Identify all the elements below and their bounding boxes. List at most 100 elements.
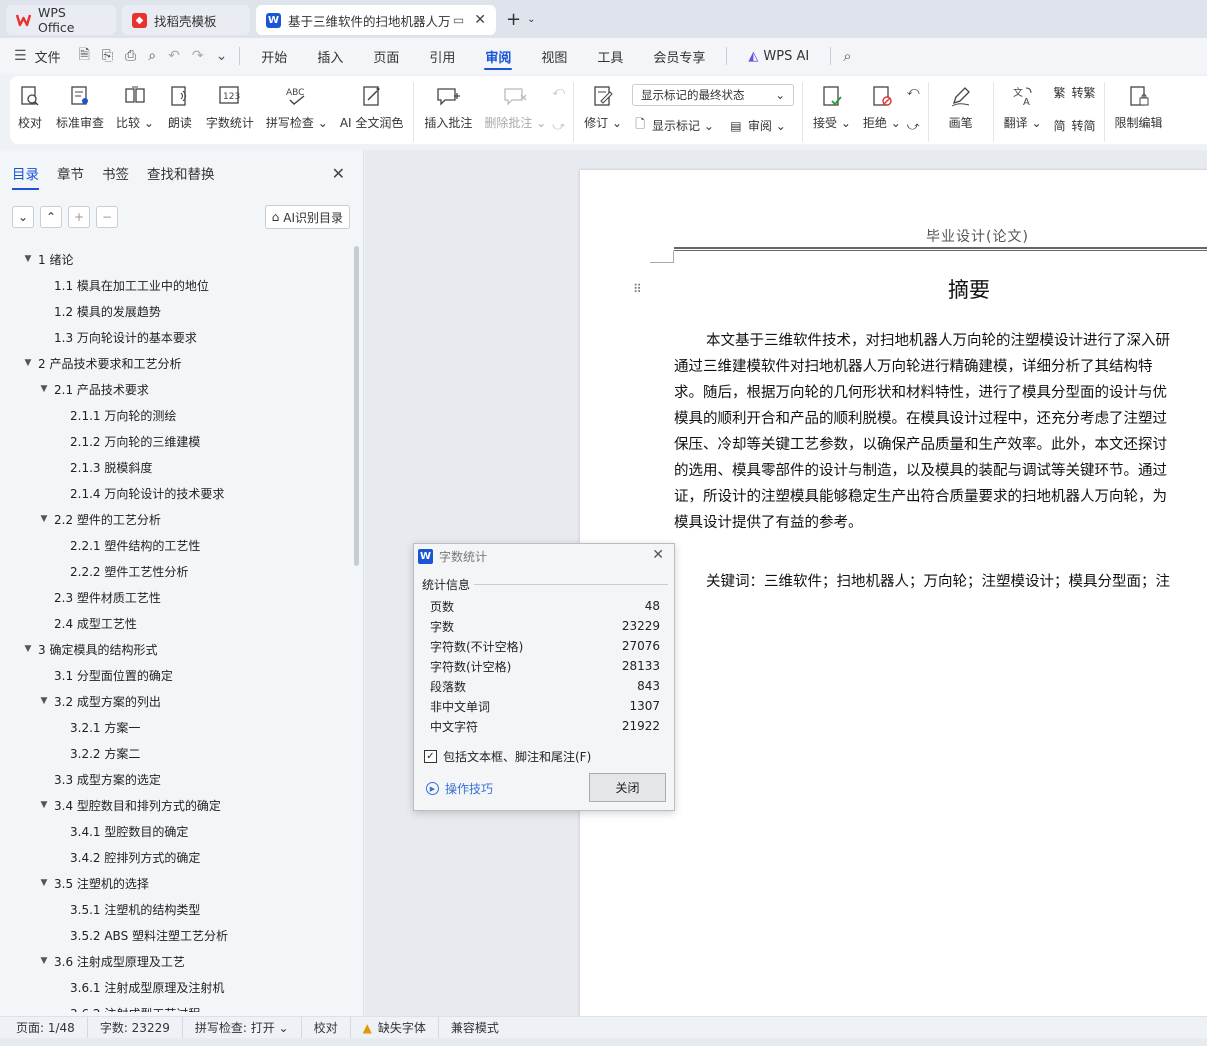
- status-word-count[interactable]: 字数: 23229: [88, 1016, 183, 1039]
- nav-tab-toc[interactable]: 目录: [12, 163, 39, 190]
- document-title[interactable]: 摘要: [948, 274, 990, 304]
- print-preview-icon[interactable]: ⌕: [142, 48, 162, 64]
- spell-check-button[interactable]: ABC 拼写检查 ⌄: [260, 82, 334, 131]
- to-simplified-button[interactable]: 简 转简: [1052, 117, 1096, 134]
- previous-change-icon[interactable]: ⤺: [907, 84, 920, 99]
- previous-comment-icon[interactable]: ⤺: [552, 84, 565, 99]
- menu-references[interactable]: 引用: [414, 38, 470, 74]
- status-page[interactable]: 页面: 1/48: [0, 1016, 88, 1039]
- abstract-paragraph[interactable]: 本文基于三维软件技术，对扫地机器人万向轮的注塑模设计进行了深入研 通过三维建模软件…: [674, 328, 1207, 536]
- toc-item[interactable]: 3.4.1 型腔数目的确定: [0, 818, 352, 844]
- status-spell-check[interactable]: 拼写检查: 打开 ⌄: [183, 1016, 302, 1039]
- toc-item[interactable]: 2.1.4 万向轮设计的技术要求: [0, 480, 352, 506]
- toc-item[interactable]: ▼ 2 产品技术要求和工艺分析: [0, 350, 352, 376]
- word-count-button[interactable]: 123 字数统计: [200, 82, 260, 131]
- print-icon[interactable]: ⎙: [119, 48, 142, 64]
- toc-item[interactable]: ▼ 2.1 产品技术要求: [0, 376, 352, 402]
- menu-file[interactable]: 文件: [33, 38, 73, 74]
- ai-polish-button[interactable]: AI 全文润色: [334, 82, 410, 131]
- toc-item[interactable]: 3.5.1 注塑机的结构类型: [0, 896, 352, 922]
- insert-comment-button[interactable]: 插入批注: [418, 82, 478, 131]
- toc-item[interactable]: 2.1.3 脱模斜度: [0, 454, 352, 480]
- caret-down-icon[interactable]: ▼: [38, 696, 50, 706]
- compare-button[interactable]: 比较 ⌄: [110, 82, 160, 131]
- toc-item[interactable]: 2.2.1 塑件结构的工艺性: [0, 532, 352, 558]
- caret-down-icon[interactable]: ▼: [38, 878, 50, 888]
- toc-item[interactable]: 3.3 成型方案的选定: [0, 766, 352, 792]
- toc-item[interactable]: 3.6.1 注射成型原理及注射机: [0, 974, 352, 1000]
- toc-item[interactable]: 3.4.2 腔排列方式的确定: [0, 844, 352, 870]
- toc-item[interactable]: ▼ 3.2 成型方案的列出: [0, 688, 352, 714]
- nav-tab-bookmarks[interactable]: 书签: [102, 163, 129, 183]
- caret-down-icon[interactable]: ▼: [22, 358, 34, 368]
- keywords-line[interactable]: 关键词：三维软件；扫地机器人；万向轮；注塑模设计；模具分型面；注: [706, 570, 1207, 591]
- tab-docer-templates[interactable]: ◆ 找稻壳模板: [122, 5, 250, 35]
- new-tab-icon[interactable]: +: [506, 9, 521, 30]
- caret-down-icon[interactable]: ▼: [38, 800, 50, 810]
- markup-state-dropdown[interactable]: 显示标记的最终状态 ⌄: [632, 84, 795, 106]
- menu-view[interactable]: 视图: [526, 38, 582, 74]
- toc-item[interactable]: 3.2.1 方案一: [0, 714, 352, 740]
- toc-item[interactable]: 3.2.2 方案二: [0, 740, 352, 766]
- menu-review[interactable]: 审阅: [470, 38, 526, 74]
- next-comment-icon[interactable]: ⤻: [552, 119, 565, 134]
- chevron-down-icon[interactable]: ⌄: [210, 48, 234, 64]
- translate-button[interactable]: 文A 翻译 ⌄: [998, 82, 1048, 131]
- toc-item[interactable]: 1.2 模具的发展趋势: [0, 298, 352, 324]
- remove-heading-icon[interactable]: −: [96, 206, 118, 228]
- toc-item[interactable]: 2.4 成型工艺性: [0, 610, 352, 636]
- dialog-titlebar[interactable]: W 字数统计: [414, 544, 674, 568]
- toc-item[interactable]: 1.1 模具在加工工业中的地位: [0, 272, 352, 298]
- reject-button[interactable]: 拒绝 ⌄: [857, 82, 907, 131]
- caret-down-icon[interactable]: ▼: [22, 644, 34, 654]
- pen-button[interactable]: 画笔: [933, 82, 989, 131]
- show-markup-button[interactable]: 🗋 显示标记 ⌄: [632, 117, 714, 134]
- toc-item[interactable]: 3.5.2 ABS 塑料注塑工艺分析: [0, 922, 352, 948]
- toc-item[interactable]: 1.3 万向轮设计的基本要求: [0, 324, 352, 350]
- status-missing-font[interactable]: ▲ 缺失字体: [351, 1016, 439, 1039]
- toc-scrollbar[interactable]: [354, 246, 359, 566]
- toc-item[interactable]: ▼ 2.2 塑件的工艺分析: [0, 506, 352, 532]
- menu-tools[interactable]: 工具: [582, 38, 638, 74]
- undo-icon[interactable]: ↶: [162, 48, 186, 64]
- accept-button[interactable]: 接受 ⌄: [807, 82, 857, 131]
- chevron-down-icon[interactable]: ⌄: [527, 14, 535, 25]
- save-icon[interactable]: 🗎: [73, 44, 96, 68]
- caret-down-icon[interactable]: ▼: [38, 956, 50, 966]
- close-icon[interactable]: ✕: [652, 547, 664, 563]
- menu-page[interactable]: 页面: [358, 38, 414, 74]
- toc-item[interactable]: 2.2.2 塑件工艺性分析: [0, 558, 352, 584]
- status-proofread[interactable]: 校对: [302, 1016, 351, 1039]
- toc-item[interactable]: 2.3 塑件材质工艺性: [0, 584, 352, 610]
- tips-link[interactable]: ▶ 操作技巧: [426, 780, 493, 797]
- close-icon[interactable]: ✕: [332, 164, 345, 183]
- delete-comment-button[interactable]: 删除批注 ⌄: [478, 82, 552, 131]
- collapse-up-icon[interactable]: ⌃: [40, 206, 62, 228]
- toc-item[interactable]: ▼ 3.6 注射成型原理及工艺: [0, 948, 352, 974]
- tab-current-document[interactable]: W 基于三维软件的扫地机器人万 ▭ ✕: [256, 5, 496, 35]
- nav-tab-sections[interactable]: 章节: [57, 163, 84, 183]
- standard-review-button[interactable]: 标准审查: [50, 82, 110, 131]
- toc-item[interactable]: ▼ 3.5 注塑机的选择: [0, 870, 352, 896]
- toc-item[interactable]: ▼ 3 确定模具的结构形式: [0, 636, 352, 662]
- dialog-close-button[interactable]: 关闭: [589, 773, 666, 802]
- add-heading-icon[interactable]: +: [68, 206, 90, 228]
- toc-item[interactable]: 3.1 分型面位置的确定: [0, 662, 352, 688]
- tab-wps-office[interactable]: WPS Office: [6, 5, 116, 35]
- caret-down-icon[interactable]: ▼: [22, 254, 34, 264]
- drag-handle-icon[interactable]: ⠿: [633, 283, 642, 295]
- close-icon[interactable]: ✕: [474, 12, 486, 28]
- caret-down-icon[interactable]: ▼: [38, 514, 50, 524]
- ai-toc-button[interactable]: ⌂ AI识别目录: [264, 205, 350, 229]
- restrict-edit-button[interactable]: 限制编辑: [1109, 82, 1169, 131]
- menu-member[interactable]: 会员专享: [638, 38, 720, 74]
- proofread-button[interactable]: 校对: [10, 82, 50, 131]
- toc-item[interactable]: ▼ 1 绪论: [0, 246, 352, 272]
- toc-item[interactable]: 3.6.2 注射成型工艺过程: [0, 1000, 352, 1013]
- caret-down-icon[interactable]: ▼: [38, 384, 50, 394]
- menu-home[interactable]: 开始: [246, 38, 302, 74]
- search-icon[interactable]: ⌕: [837, 47, 857, 65]
- menu-insert[interactable]: 插入: [302, 38, 358, 74]
- nav-tab-find-replace[interactable]: 查找和替换: [147, 163, 215, 183]
- read-aloud-button[interactable]: 朗读: [160, 82, 200, 131]
